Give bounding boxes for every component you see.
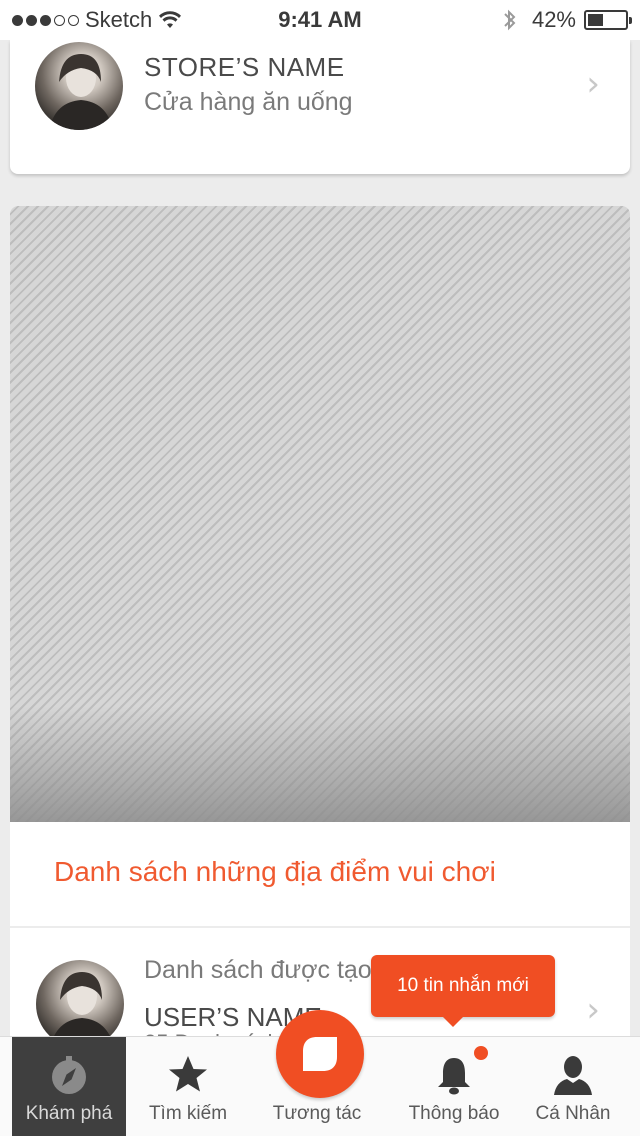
notification-badge <box>472 1044 490 1062</box>
tab-search[interactable]: Tìm kiếm <box>126 1037 250 1136</box>
status-right: 42% <box>502 6 632 34</box>
store-category: Cửa hàng ăn uống <box>144 88 353 116</box>
cover-image-placeholder <box>10 206 630 822</box>
created-by-label: Danh sách được tạo <box>144 956 372 984</box>
place-list-title[interactable]: Danh sách những địa điểm vui chơi <box>54 856 496 888</box>
star-icon <box>169 1056 207 1092</box>
store-card[interactable]: STORE’S NAME Cửa hàng ăn uống › <box>10 40 630 174</box>
tab-label: Cá Nhân <box>535 1103 611 1124</box>
new-messages-tooltip[interactable]: 10 tin nhắn mới <box>371 955 555 1027</box>
tab-label: Thông báo <box>408 1103 500 1124</box>
store-name: STORE’S NAME <box>144 52 345 82</box>
status-bar: Sketch 9:41 AM 42% <box>0 0 640 40</box>
bluetooth-icon <box>504 9 516 31</box>
user-avatar <box>36 960 124 1048</box>
store-avatar <box>35 42 123 130</box>
chevron-right-icon[interactable]: › <box>586 990 600 1030</box>
tab-label: Khám phá <box>25 1103 113 1124</box>
tab-profile[interactable]: Cá Nhân <box>518 1037 628 1136</box>
tab-notifications[interactable]: Thông báo <box>390 1037 518 1136</box>
bell-icon <box>438 1058 470 1095</box>
tooltip-text: 10 tin nhắn mới <box>397 975 529 996</box>
compose-button[interactable] <box>276 1010 364 1098</box>
battery-fill <box>588 14 603 26</box>
compass-icon <box>52 1056 86 1094</box>
tab-label: Tìm kiếm <box>148 1103 228 1124</box>
battery-percent: 42% <box>531 7 576 32</box>
tab-explore[interactable]: Khám phá <box>12 1037 126 1136</box>
avatar-portrait-icon <box>50 972 114 1048</box>
battery-icon <box>584 10 632 30</box>
compose-icon <box>303 1037 337 1071</box>
tab-label: Tương tác <box>272 1103 362 1124</box>
person-icon <box>554 1056 592 1095</box>
chevron-right-icon[interactable]: › <box>586 64 600 104</box>
avatar-portrait-icon <box>49 54 113 130</box>
place-list-card[interactable]: Danh sách những địa điểm vui chơi <box>10 206 630 926</box>
